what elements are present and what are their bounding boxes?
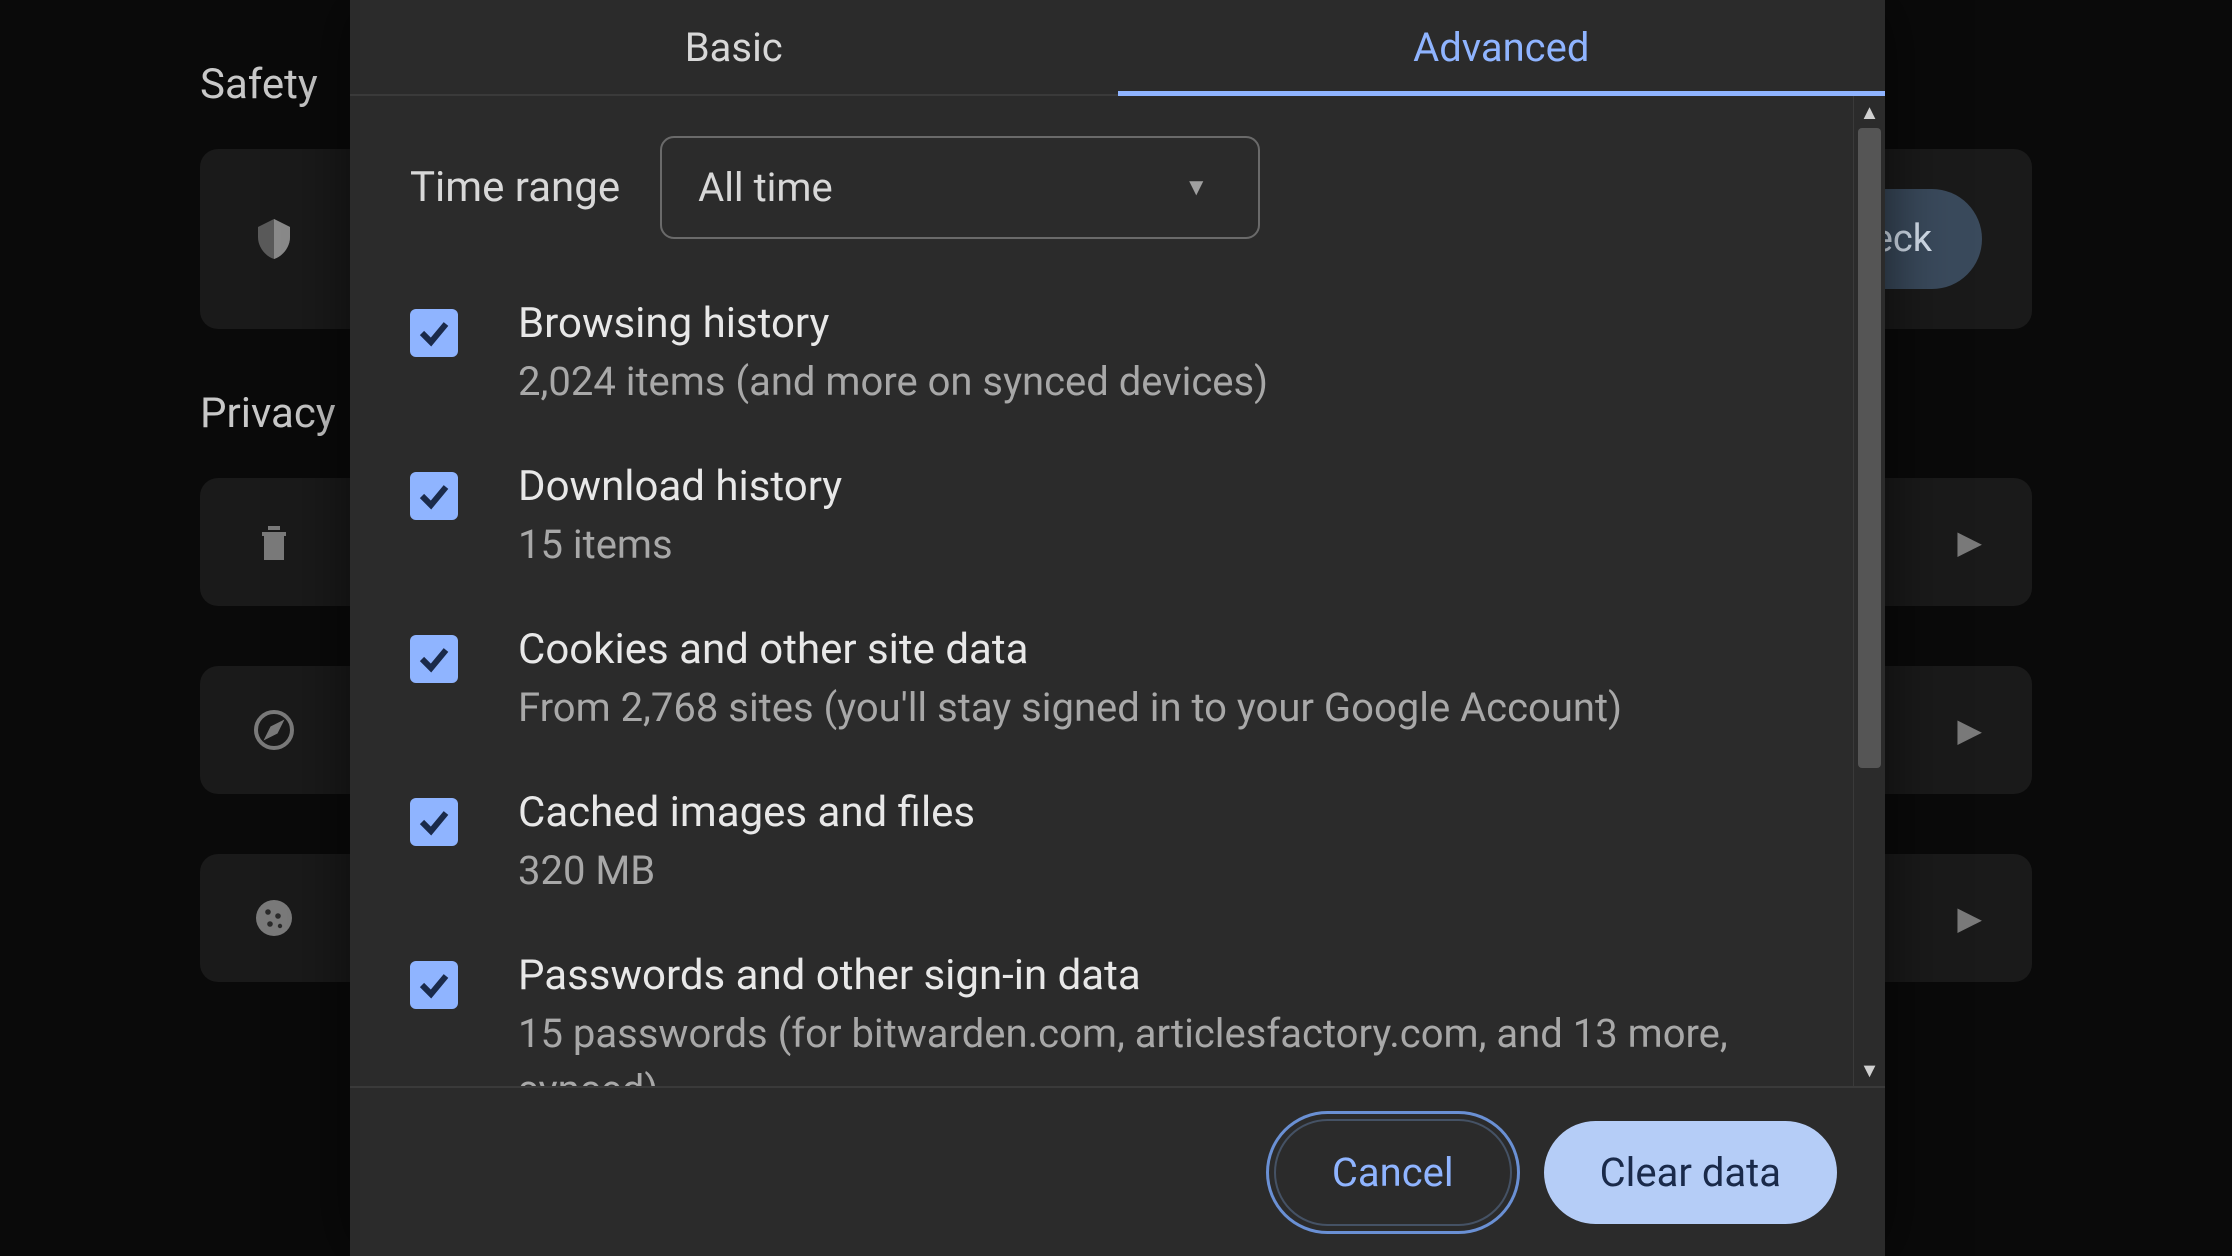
option-text: Cookies and other site data From 2,768 s… [518,625,1793,736]
trash-icon [250,518,298,566]
option-cache[interactable]: Cached images and files 320 MB [410,788,1793,899]
checkbox-passwords[interactable] [410,961,458,1009]
option-cookies[interactable]: Cookies and other site data From 2,768 s… [410,625,1793,736]
option-title: Cookies and other site data [518,625,1793,674]
tab-advanced[interactable]: Advanced [1118,0,1886,94]
option-passwords[interactable]: Passwords and other sign-in data 15 pass… [410,951,1793,1086]
option-title: Download history [518,462,1793,511]
scrollbar[interactable]: ▲ ▼ [1853,96,1885,1086]
checkbox-browsing-history[interactable] [410,309,458,357]
checkbox-download-history[interactable] [410,472,458,520]
caret-down-icon: ▼ [1184,173,1208,202]
chevron-right-icon: ▶ [1957,899,1982,937]
time-range-value: All time [698,164,833,211]
option-sub: 15 items [518,517,1793,573]
time-range-label: Time range [410,163,620,212]
option-text: Download history 15 items [518,462,1793,573]
dialog-tabs: Basic Advanced [350,0,1885,96]
time-range-select[interactable]: All time ▼ [660,136,1260,239]
option-text: Passwords and other sign-in data 15 pass… [518,951,1793,1086]
compass-icon [250,706,298,754]
option-sub: 320 MB [518,843,1793,899]
dialog-content: Time range All time ▼ Browsing history 2… [350,96,1853,1086]
shield-icon [250,215,298,263]
option-title: Cached images and files [518,788,1793,837]
checkbox-cache[interactable] [410,798,458,846]
option-title: Passwords and other sign-in data [518,951,1793,1000]
scrollbar-thumb[interactable] [1858,128,1881,768]
checkbox-cookies[interactable] [410,635,458,683]
chevron-right-icon: ▶ [1957,711,1982,749]
option-text: Cached images and files 320 MB [518,788,1793,899]
dialog-body: Time range All time ▼ Browsing history 2… [350,96,1885,1086]
cancel-button[interactable]: Cancel [1274,1119,1512,1226]
scrollbar-up-arrow-icon[interactable]: ▲ [1854,96,1885,128]
chevron-right-icon: ▶ [1957,523,1982,561]
tab-basic[interactable]: Basic [350,0,1118,94]
scrollbar-down-arrow-icon[interactable]: ▼ [1854,1054,1885,1086]
dialog-footer: Cancel Clear data [350,1086,1885,1256]
option-text: Browsing history 2,024 items (and more o… [518,299,1793,410]
option-title: Browsing history [518,299,1793,348]
option-sub: From 2,768 sites (you'll stay signed in … [518,680,1793,736]
option-download-history[interactable]: Download history 15 items [410,462,1793,573]
clear-data-button[interactable]: Clear data [1544,1121,1837,1224]
clear-browsing-data-dialog: Basic Advanced Time range All time ▼ Bro… [350,0,1885,1256]
option-browsing-history[interactable]: Browsing history 2,024 items (and more o… [410,299,1793,410]
option-sub: 15 passwords (for bitwarden.com, article… [518,1006,1793,1086]
time-range-row: Time range All time ▼ [410,136,1793,239]
option-sub: 2,024 items (and more on synced devices) [518,354,1793,410]
cookie-icon [250,894,298,942]
